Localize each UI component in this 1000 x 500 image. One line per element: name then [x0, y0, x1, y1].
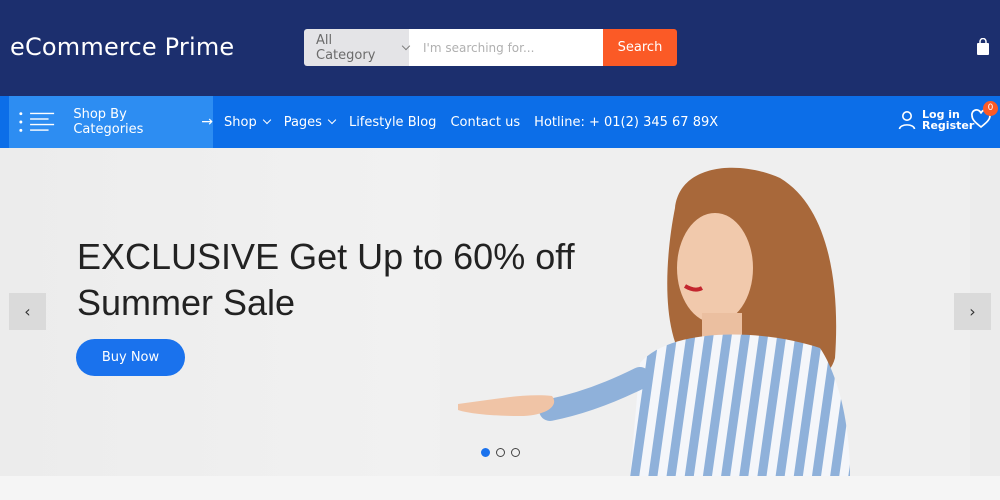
nav-item-contact-us[interactable]: Contact us — [450, 115, 520, 130]
nav-item-pages[interactable]: Pages — [283, 114, 337, 130]
nav-item-label: Pages — [283, 114, 322, 130]
slider-dot-2[interactable] — [496, 448, 505, 457]
nav-item-lifestyle-blog[interactable]: Lifestyle Blog — [349, 115, 436, 130]
shop-by-categories-button[interactable]: Shop By Categories → — [9, 96, 213, 148]
chevron-down-icon — [262, 115, 271, 125]
wishlist-count-badge: 0 — [983, 101, 998, 116]
site-logo[interactable]: eCommerce Prime — [10, 33, 234, 61]
user-icon — [898, 111, 916, 130]
nav-item-label: Lifestyle Blog — [348, 114, 437, 130]
shop-by-categories-label: Shop By Categories — [73, 107, 144, 137]
page-content-area — [0, 476, 1000, 500]
main-nav: Shop By Categories → Shop Pages Lifestyl… — [0, 96, 1000, 148]
nav-item-label: Shop — [224, 114, 257, 130]
nav-item-shop[interactable]: Shop — [224, 114, 271, 130]
register-label: Register — [922, 119, 975, 132]
chevron-right-icon: › — [969, 302, 976, 321]
hero-title-line1: EXCLUSIVE Get Up to 60% off — [77, 236, 575, 277]
shopping-bag-icon[interactable] — [976, 38, 990, 56]
hero-title-line2: Summer Sale — [77, 282, 296, 323]
hotline-text[interactable]: Hotline: + 01(2) 345 67 89X — [534, 115, 718, 130]
search-input[interactable] — [409, 29, 603, 66]
nav-item-label: Contact us — [450, 114, 521, 130]
slider-dot-3[interactable] — [511, 448, 520, 457]
hero-title: EXCLUSIVE Get Up to 60% off Summer Sale — [77, 234, 575, 326]
slider-dot-1[interactable] — [481, 448, 490, 457]
buy-now-button[interactable]: Buy Now — [76, 339, 185, 376]
login-register-text: Log in Register — [922, 109, 974, 131]
search-button[interactable]: Search — [603, 29, 677, 66]
arrow-right-icon: → — [201, 114, 213, 130]
search-bar: All Category Search — [304, 29, 677, 66]
nav-links: Shop Pages Lifestyle Blog Contact us Hot… — [224, 96, 718, 148]
account-login[interactable]: Log in Register — [898, 109, 974, 131]
menu-icon — [19, 112, 55, 132]
slider-prev-button[interactable]: ‹ — [9, 293, 46, 330]
slider-next-button[interactable]: › — [954, 293, 991, 330]
category-select-value: All Category — [316, 32, 376, 63]
category-select[interactable]: All Category — [304, 29, 411, 66]
slider-pagination — [481, 448, 520, 457]
chevron-down-icon — [327, 115, 337, 125]
top-header: eCommerce Prime All Category Search — [0, 0, 1000, 96]
chevron-left-icon: ‹ — [24, 302, 31, 321]
hero-slider: EXCLUSIVE Get Up to 60% off Summer Sale … — [0, 148, 1000, 476]
